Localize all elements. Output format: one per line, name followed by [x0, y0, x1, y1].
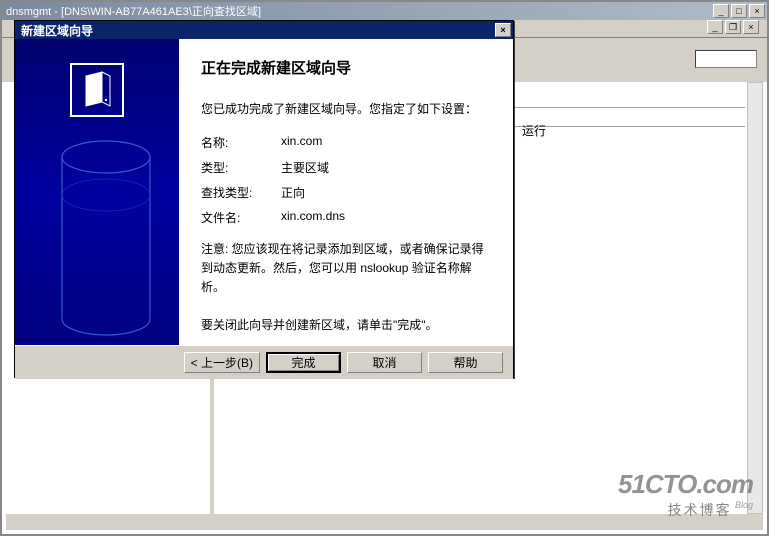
vertical-scrollbar[interactable] — [747, 82, 763, 514]
mdi-window-controls: _ ❐ × — [707, 20, 759, 37]
mdi-restore-button[interactable]: ❐ — [725, 20, 741, 34]
summary-row-type: 类型: 主要区域 — [201, 159, 491, 176]
type-label: 类型: — [201, 159, 281, 176]
dialog-body: 正在完成新建区域向导 您已成功完成了新建区域向导。您指定了如下设置： 名称: x… — [15, 39, 513, 345]
cancel-button[interactable]: 取消 — [347, 352, 422, 373]
new-zone-wizard-dialog: 新建区域向导 × 正在完成新建区域 — [14, 20, 514, 378]
file-value: xin.com.dns — [281, 209, 491, 226]
lookup-value: 正向 — [281, 184, 491, 201]
name-label: 名称: — [201, 134, 281, 151]
type-value: 主要区域 — [281, 159, 491, 176]
help-button[interactable]: 帮助 — [428, 352, 503, 373]
back-button[interactable]: < 上一步(B) — [184, 352, 260, 373]
dialog-titlebar: 新建区域向导 × — [15, 21, 513, 39]
watermark: 51CTO.com 技术博客 Blog — [618, 469, 753, 520]
summary-row-lookup: 查找类型: 正向 — [201, 184, 491, 201]
minimize-button[interactable]: _ — [713, 4, 729, 18]
maximize-button[interactable]: □ — [731, 4, 747, 18]
panel-splitter[interactable] — [210, 378, 214, 514]
mdi-close-button[interactable]: × — [743, 20, 759, 34]
wizard-heading: 正在完成新建区域向导 — [201, 57, 491, 78]
file-label: 文件名: — [201, 209, 281, 226]
wizard-intro: 您已成功完成了新建区域向导。您指定了如下设置： — [201, 100, 491, 118]
finish-button[interactable]: 完成 — [266, 352, 341, 373]
dialog-title: 新建区域向导 — [17, 22, 495, 39]
name-value: xin.com — [281, 134, 491, 151]
watermark-domain: 51CTO.com — [618, 469, 753, 500]
cylinder-graphic — [59, 139, 153, 339]
wizard-close-instruction: 要关闭此向导并创建新区域，请单击"完成"。 — [201, 316, 491, 335]
mdi-minimize-button[interactable]: _ — [707, 20, 723, 34]
server-icon — [70, 63, 124, 117]
watermark-label: 技术博客 — [668, 502, 732, 518]
main-window-titlebar: dnsmgmt - [DNS\WIN-AB77A461AE3\正向查找区域] _… — [2, 2, 767, 20]
summary-row-name: 名称: xin.com — [201, 134, 491, 151]
wizard-banner — [15, 39, 179, 345]
wizard-note: 注意: 您应该现在将记录添加到区域，或者确保记录得到动态更新。然后，您可以用 n… — [201, 240, 491, 298]
toolbar-field[interactable] — [695, 50, 757, 68]
window-controls: _ □ × — [713, 4, 765, 18]
summary-row-file: 文件名: xin.com.dns — [201, 209, 491, 226]
watermark-blog: Blog — [735, 500, 753, 510]
wizard-content: 正在完成新建区域向导 您已成功完成了新建区域向导。您指定了如下设置： 名称: x… — [179, 39, 513, 345]
close-button[interactable]: × — [749, 4, 765, 18]
main-window-title: dnsmgmt - [DNS\WIN-AB77A461AE3\正向查找区域] — [4, 3, 713, 19]
dialog-close-button[interactable]: × — [495, 23, 511, 37]
dialog-button-row: < 上一步(B) 完成 取消 帮助 — [15, 345, 513, 379]
status-cell: 运行 — [522, 122, 546, 139]
lookup-label: 查找类型: — [201, 184, 281, 201]
